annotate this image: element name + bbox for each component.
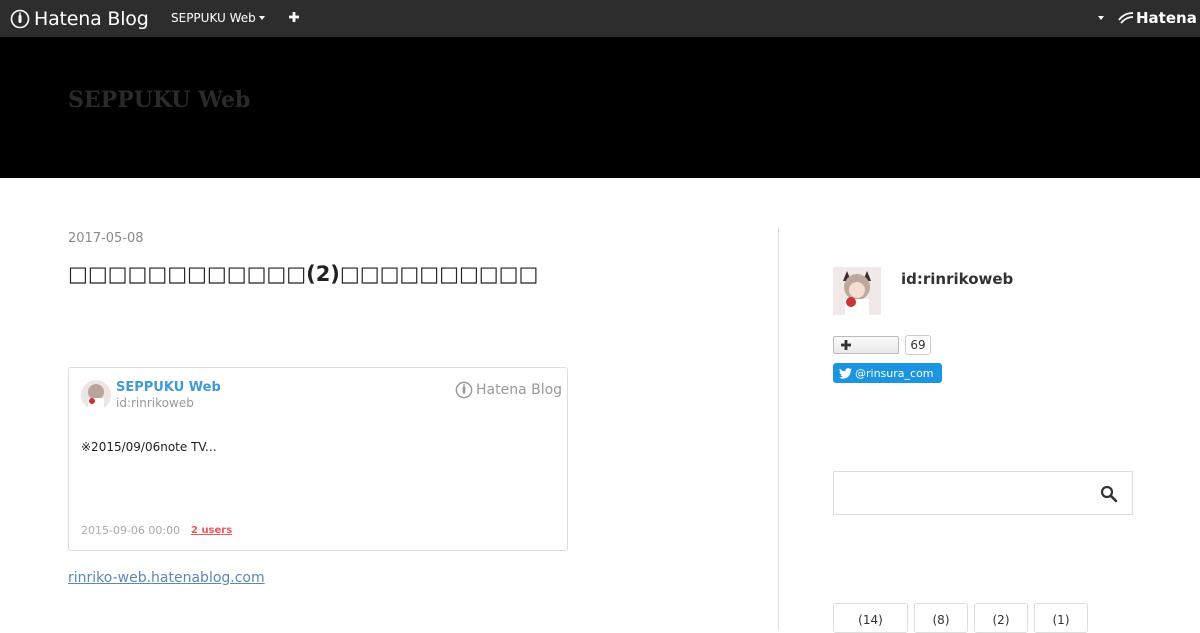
entry-title[interactable]: □□□□□□□□□□□□(2)□□□□□□□□□□ (68, 262, 538, 286)
hatena-blog-logo-icon (455, 381, 473, 399)
hatena-blog-brand: Hatena Blog (34, 8, 149, 30)
category-tag[interactable]: (2) (974, 603, 1028, 633)
hatena-brand: Hatena (1136, 9, 1197, 27)
hatena-blog-logo[interactable]: Hatena Blog (10, 7, 149, 31)
search-form (833, 471, 1133, 515)
bookmark-users-link[interactable]: 2 users (191, 525, 232, 536)
category-tag[interactable]: (1) (1034, 603, 1088, 633)
blog-menu-dropdown[interactable]: SEPPUKU Web (171, 11, 265, 25)
hatena-logo[interactable]: Hatena (1118, 9, 1197, 27)
plus-icon (841, 340, 851, 350)
blog-title[interactable]: SEPPUKU Web (68, 87, 250, 113)
subscribe-button[interactable] (833, 336, 899, 354)
entry-date[interactable]: 2017-05-08 (68, 231, 144, 246)
blog-embed-card[interactable]: SEPPUKU Web id:rinrikoweb Hatena Blog ※2… (68, 367, 568, 551)
plus-icon[interactable] (286, 9, 302, 25)
category-tag[interactable]: (14) (833, 603, 908, 633)
hatena-blog-logo-icon (10, 9, 30, 29)
search-input[interactable] (835, 473, 1085, 513)
card-blog-name[interactable]: SEPPUKU Web (116, 380, 221, 395)
profile-avatar[interactable] (833, 267, 881, 315)
card-hatena-blog-logo: Hatena Blog (455, 381, 562, 399)
hatena-wing-icon (1118, 12, 1134, 24)
card-date: 2015-09-06 00:00 (81, 524, 181, 537)
twitter-bird-icon (839, 367, 852, 379)
column-divider (778, 228, 779, 630)
chevron-down-icon (258, 16, 265, 20)
blog-header: SEPPUKU Web (0, 37, 1200, 178)
entry-source-link[interactable]: rinriko-web.hatenablog.com (68, 570, 265, 586)
user-menu-chevron-icon[interactable] (1098, 16, 1104, 20)
avatar (81, 380, 111, 410)
global-header: Hatena Blog SEPPUKU Web Hatena (0, 0, 1200, 37)
search-icon[interactable] (1100, 485, 1118, 503)
card-author-id: id:rinrikoweb (116, 396, 194, 410)
profile-user-id[interactable]: id:rinrikoweb (901, 270, 1013, 288)
card-brand: Hatena Blog (476, 382, 563, 398)
category-tag[interactable]: (8) (914, 603, 968, 633)
twitter-follow-button[interactable]: @rinsura_com (833, 363, 942, 383)
subscriber-count: 69 (905, 335, 931, 355)
card-description: ※2015/09/06note TV... (81, 440, 217, 454)
blog-menu-label: SEPPUKU Web (171, 11, 256, 25)
twitter-handle: @rinsura_com (855, 366, 934, 380)
